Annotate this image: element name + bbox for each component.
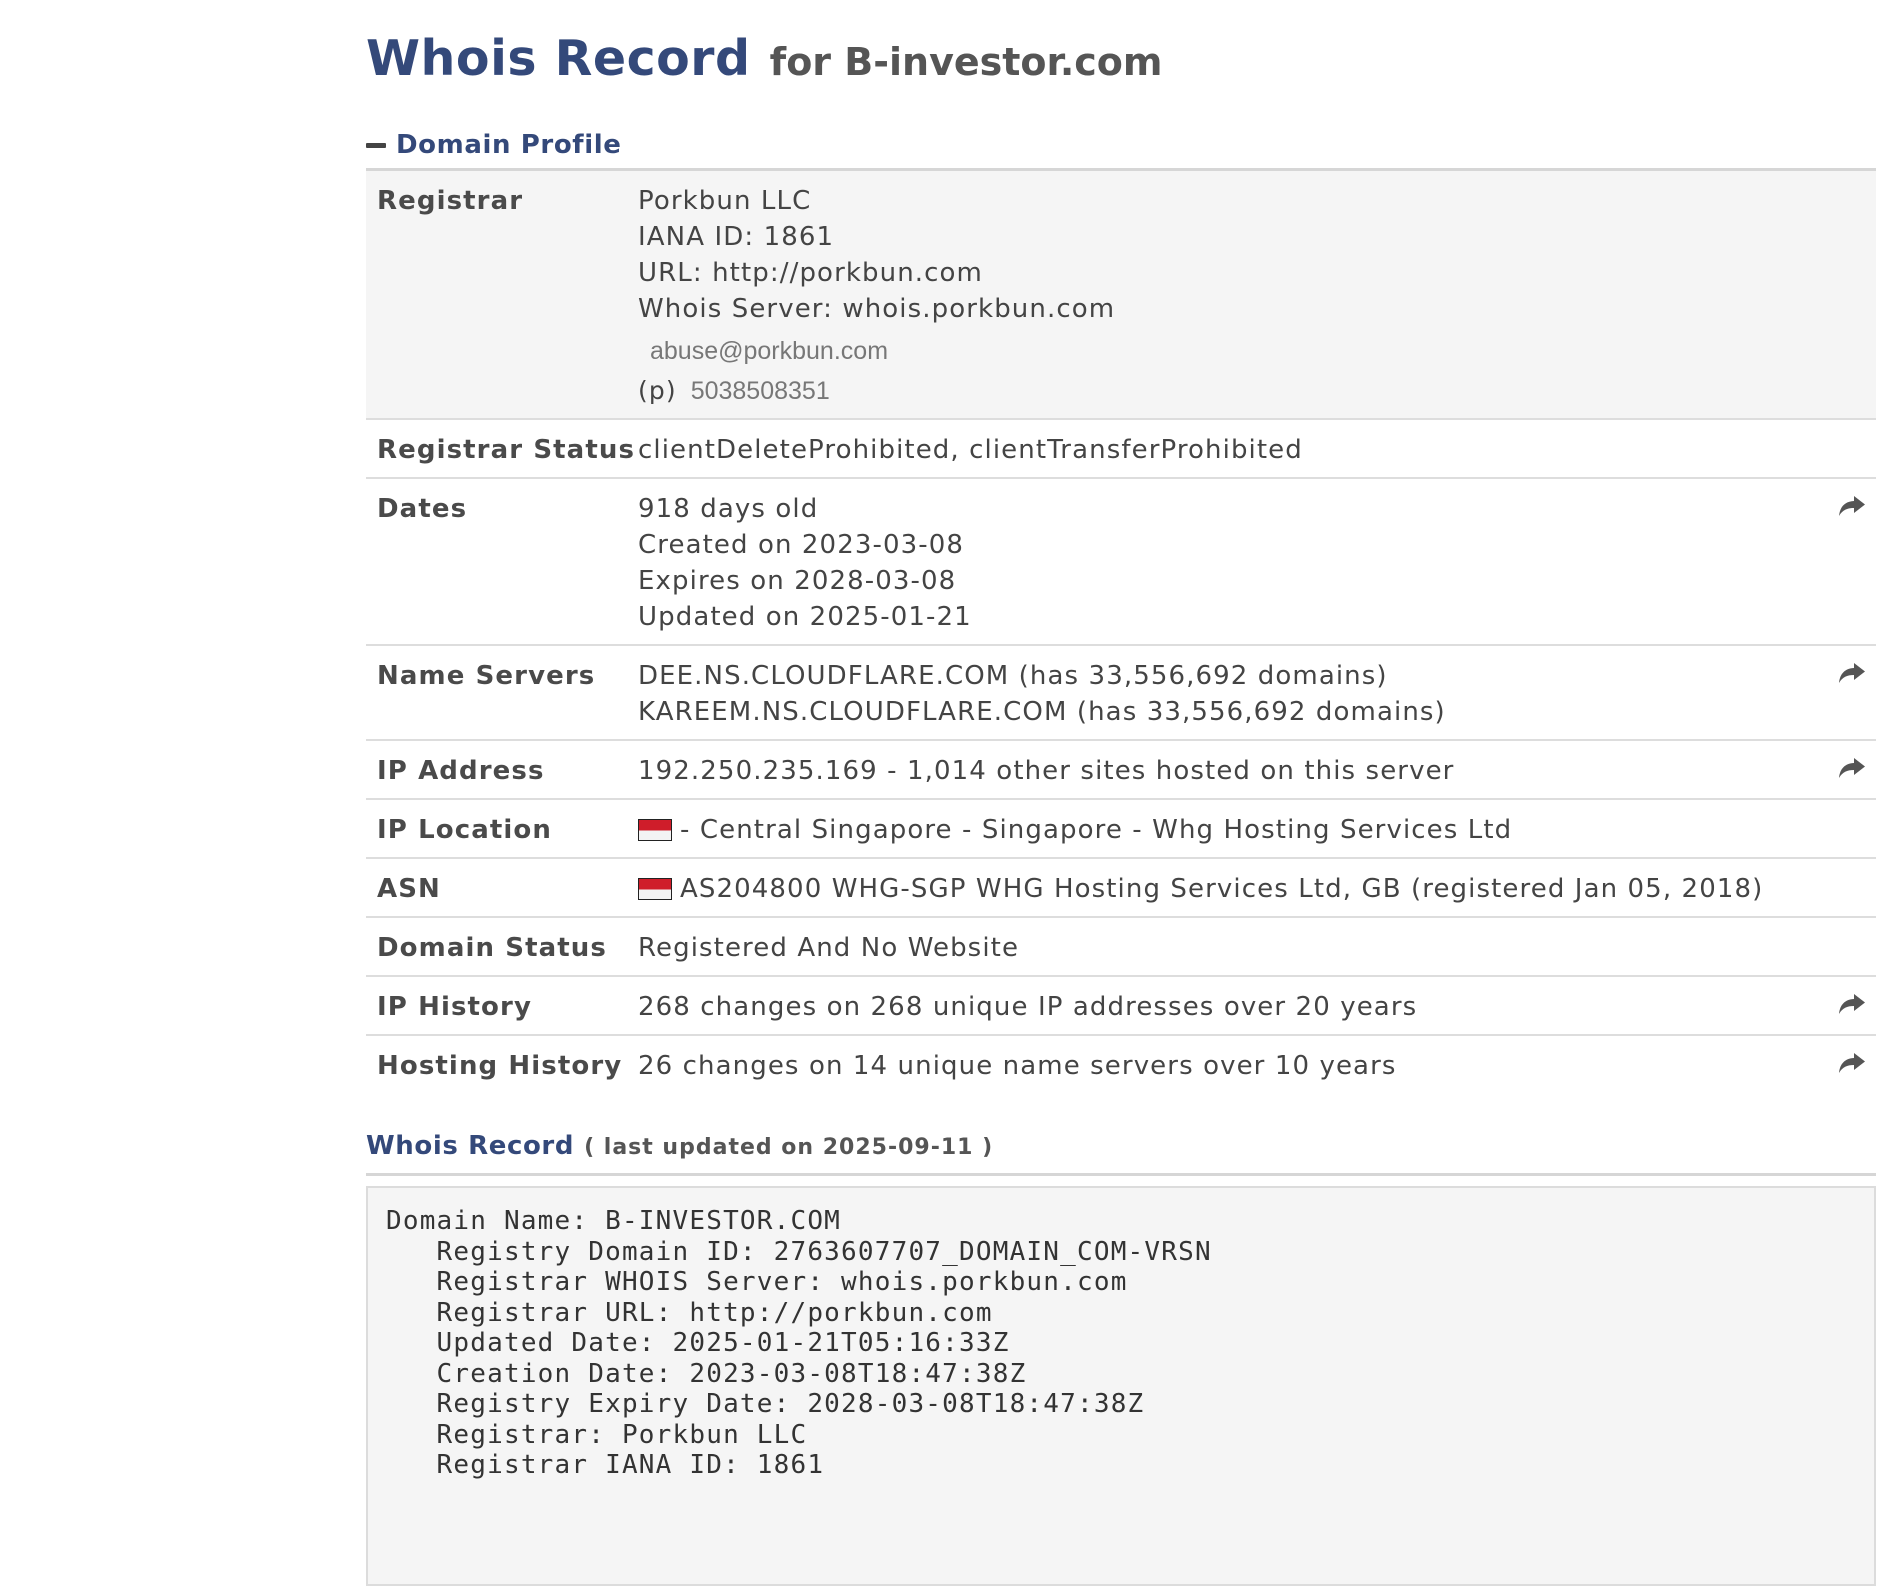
whois-page: Whois Record for B-investor.com Domain P… — [366, 0, 1876, 1586]
page-title-main: Whois Record — [366, 30, 751, 87]
ip-location-value: - Central Singapore - Singapore - Whg Ho… — [638, 812, 1876, 848]
whois-record-header: Whois Record ( last updated on 2025-09-1… — [366, 1131, 1876, 1163]
minus-icon — [366, 142, 386, 148]
share-arrow-icon[interactable] — [1838, 755, 1866, 781]
name-servers-row: Name Servers DEE.NS.CLOUDFLARE.COM (has … — [366, 646, 1876, 741]
share-arrow-icon[interactable] — [1838, 991, 1866, 1017]
whois-line: Registrar URL: http://porkbun.com — [386, 1297, 993, 1328]
whois-line: Registrar: Porkbun LLC — [386, 1419, 808, 1450]
domain-profile-table: Registrar Porkbun LLC IANA ID: 1861 URL:… — [366, 171, 1876, 1093]
row-label: Hosting History — [377, 1051, 623, 1081]
whois-line: Registry Expiry Date: 2028-03-08T18:47:3… — [386, 1389, 1145, 1419]
row-label: Registrar Status — [377, 435, 636, 465]
domain-status-row: Domain Status Registered And No Website — [366, 918, 1876, 977]
registrar-whois-server: Whois Server: whois.porkbun.com — [638, 294, 1116, 324]
registrar-url: URL: http://porkbun.com — [638, 258, 983, 288]
asn-row: ASN AS204800 WHG-SGP WHG Hosting Service… — [366, 859, 1876, 918]
row-label: Name Servers — [377, 661, 596, 691]
section-divider — [366, 1173, 1876, 1176]
created-date: Created on 2023-03-08 — [638, 530, 965, 560]
row-label: Domain Status — [377, 933, 607, 963]
registrar-abuse-email: abuse@porkbun.com — [650, 337, 889, 365]
registrar-status-row: Registrar Status clientDeleteProhibited,… — [366, 420, 1876, 479]
row-label: IP Location — [377, 815, 552, 845]
phone-number: 5038508351 — [690, 377, 830, 405]
name-server-link[interactable]: DEE.NS.CLOUDFLARE.COM (has 33,556,692 do… — [638, 658, 1876, 694]
singapore-flag-icon — [638, 819, 672, 841]
row-label: ASN — [377, 874, 441, 904]
domain-status-value: Registered And No Website — [638, 933, 1020, 963]
whois-line: Registrar WHOIS Server: whois.porkbun.co… — [386, 1267, 1128, 1297]
row-label: Dates — [377, 494, 468, 524]
hosting-history-value: 26 changes on 14 unique name servers ove… — [638, 1051, 1397, 1081]
name-servers-value: DEE.NS.CLOUDFLARE.COM (has 33,556,692 do… — [638, 658, 1876, 730]
ip-address-row: IP Address 192.250.235.169 - 1,014 other… — [366, 741, 1876, 800]
share-arrow-icon[interactable] — [1838, 660, 1866, 686]
domain-profile-toggle[interactable]: Domain Profile — [366, 128, 1876, 162]
phone-prefix: (p) — [638, 376, 677, 405]
row-label: Registrar — [377, 186, 524, 216]
whois-line: Domain Name: B-INVESTOR.COM — [386, 1206, 842, 1236]
ip-history-value: 268 changes on 268 unique IP addresses o… — [638, 992, 1418, 1022]
whois-line: Updated Date: 2025-01-21T05:16:33Z — [386, 1328, 1010, 1358]
page-title-domain: for B-investor.com — [769, 40, 1163, 84]
domain-profile-heading: Domain Profile — [396, 130, 622, 160]
ip-location-row: IP Location - Central Singapore - Singap… — [366, 800, 1876, 859]
ip-history-row: IP History 268 changes on 268 unique IP … — [366, 977, 1876, 1036]
page-title: Whois Record for B-investor.com — [366, 0, 1876, 94]
registrar-value: Porkbun LLC IANA ID: 1861 URL: http://po… — [638, 183, 1876, 409]
dates-row: Dates 918 days old Created on 2023-03-08… — [366, 479, 1876, 646]
registrar-status-value: clientDeleteProhibited, clientTransferPr… — [638, 435, 1303, 465]
raw-whois-record: Domain Name: B-INVESTOR.COM Registry Dom… — [366, 1186, 1876, 1586]
expires-date: Expires on 2028-03-08 — [638, 566, 957, 596]
asn-text: AS204800 WHG-SGP WHG Hosting Services Lt… — [680, 874, 1764, 904]
share-arrow-icon[interactable] — [1838, 1050, 1866, 1076]
whois-line: Registrar IANA ID: 1861 — [386, 1450, 825, 1480]
registrar-phone: (p) 5038508351 — [638, 373, 1876, 409]
registrar-name: Porkbun LLC — [638, 186, 812, 216]
name-server-link[interactable]: KAREEM.NS.CLOUDFLARE.COM (has 33,556,692… — [638, 694, 1876, 730]
hosting-history-row: Hosting History 26 changes on 14 unique … — [366, 1036, 1876, 1093]
row-label: IP Address — [377, 756, 545, 786]
ip-address-value: 192.250.235.169 - 1,014 other sites host… — [638, 756, 1455, 786]
whois-line: Registry Domain ID: 2763607707_DOMAIN_CO… — [386, 1236, 1212, 1267]
asn-value: AS204800 WHG-SGP WHG Hosting Services Lt… — [638, 871, 1876, 907]
registrar-iana-id: IANA ID: 1861 — [638, 222, 835, 252]
dates-value: 918 days old Created on 2023-03-08 Expir… — [638, 491, 1876, 635]
whois-line: Creation Date: 2023-03-08T18:47:38Z — [386, 1358, 1027, 1389]
domain-age: 918 days old — [638, 494, 819, 524]
registrar-row: Registrar Porkbun LLC IANA ID: 1861 URL:… — [366, 171, 1876, 420]
ip-location-text: - Central Singapore - Singapore - Whg Ho… — [680, 815, 1513, 845]
whois-record-heading: Whois Record — [366, 1131, 575, 1161]
singapore-flag-icon — [638, 878, 672, 900]
share-arrow-icon[interactable] — [1838, 493, 1866, 519]
row-label: IP History — [377, 992, 532, 1022]
whois-record-updated: ( last updated on 2025-09-11 ) — [584, 1135, 994, 1160]
updated-date: Updated on 2025-01-21 — [638, 602, 972, 632]
